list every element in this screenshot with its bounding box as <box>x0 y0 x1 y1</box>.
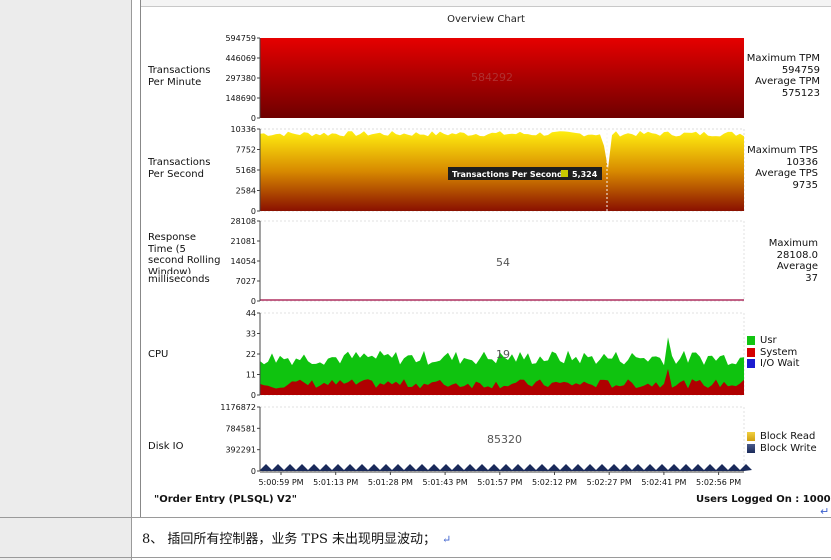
tpm-center-value: 584292 <box>471 71 513 84</box>
x-tick-label: 5:01:57 PM <box>477 478 522 487</box>
x-tick-label: 5:00:59 PM <box>258 478 303 487</box>
tooltip-swatch <box>561 170 568 177</box>
x-tick-label: 5:01:43 PM <box>423 478 468 487</box>
tooltip-label: Transactions Per Second <box>452 170 563 179</box>
return-arrow-icon-2: ↵ <box>820 505 830 518</box>
disk-y-tick-label: 392291 <box>225 446 256 455</box>
rt-y-tick-label: 21081 <box>231 237 256 246</box>
step-text: 8、 插回所有控制器，业务 TPS 未出现明显波动； ↵ <box>142 532 452 547</box>
tpm-y-tick-label: 148690 <box>225 94 256 103</box>
disk-y-tick-label: 784581 <box>225 424 256 433</box>
return-arrow-icon: ↵ <box>442 533 452 546</box>
disk-y-tick-label: 0 <box>251 467 256 476</box>
disk-y-tick-label: 1176872 <box>220 403 256 412</box>
divider-top <box>0 517 831 518</box>
response-time-chart: 54 <box>259 220 745 302</box>
users-logged-on: Users Logged On : 1000 <box>696 494 831 505</box>
cpu-center-value: 19 <box>496 348 510 361</box>
x-tick-label: 5:02:41 PM <box>641 478 686 487</box>
divider-bottom <box>0 557 831 558</box>
disk-io-chart: 85320 <box>259 406 752 472</box>
rt-center-value: 54 <box>496 256 510 269</box>
tpm-y-tick-label: 297380 <box>225 74 256 83</box>
tps-y-tick-label: 5168 <box>236 166 256 175</box>
chart-panel: Overview Chart Transactions Per Minute Tr… <box>140 0 831 517</box>
rt-y-tick-label: 7027 <box>236 277 256 286</box>
x-tick-label: 5:02:27 PM <box>587 478 632 487</box>
overview-plots: 584292 9669 Transactions Per Second 5,32… <box>220 34 752 487</box>
cpu-y-tick-label: 22 <box>246 350 256 359</box>
tps-y-tick-label: 7752 <box>236 146 256 155</box>
rt-y-tick-label: 14054 <box>231 257 256 266</box>
x-tick-label: 5:01:28 PM <box>368 478 413 487</box>
disk-center-value: 85320 <box>487 433 522 446</box>
tooltip-value: 5,324 <box>572 170 598 179</box>
cpu-chart: 19 <box>259 312 745 396</box>
rt-y-tick-label: 28108 <box>231 217 256 226</box>
x-tick-label: 5:02:12 PM <box>532 478 577 487</box>
tpm-chart: 584292 <box>260 38 744 118</box>
left-column <box>0 0 132 560</box>
rt-y-tick-label: 0 <box>251 297 256 306</box>
tpm-y-tick-label: 594759 <box>225 34 256 43</box>
x-tick-label: 5:01:13 PM <box>313 478 358 487</box>
cpu-y-tick-label: 0 <box>251 391 256 400</box>
tps-chart: 9669 Transactions Per Second 5,324 <box>259 128 745 212</box>
tps-y-tick-label: 10336 <box>231 125 256 134</box>
cpu-y-tick-label: 44 <box>246 309 256 318</box>
cpu-y-tick-label: 11 <box>246 371 256 380</box>
tpm-y-tick-label: 446069 <box>225 54 256 63</box>
x-tick-label: 5:02:56 PM <box>696 478 741 487</box>
cpu-y-tick-label: 33 <box>246 330 256 339</box>
tpm-y-tick-label: 0 <box>251 114 256 123</box>
tps-y-tick-label: 0 <box>251 207 256 216</box>
workload-name: "Order Entry (PLSQL) V2" <box>154 494 297 505</box>
tps-y-tick-label: 2584 <box>236 187 256 196</box>
tps-tooltip: Transactions Per Second 5,324 <box>448 167 602 180</box>
